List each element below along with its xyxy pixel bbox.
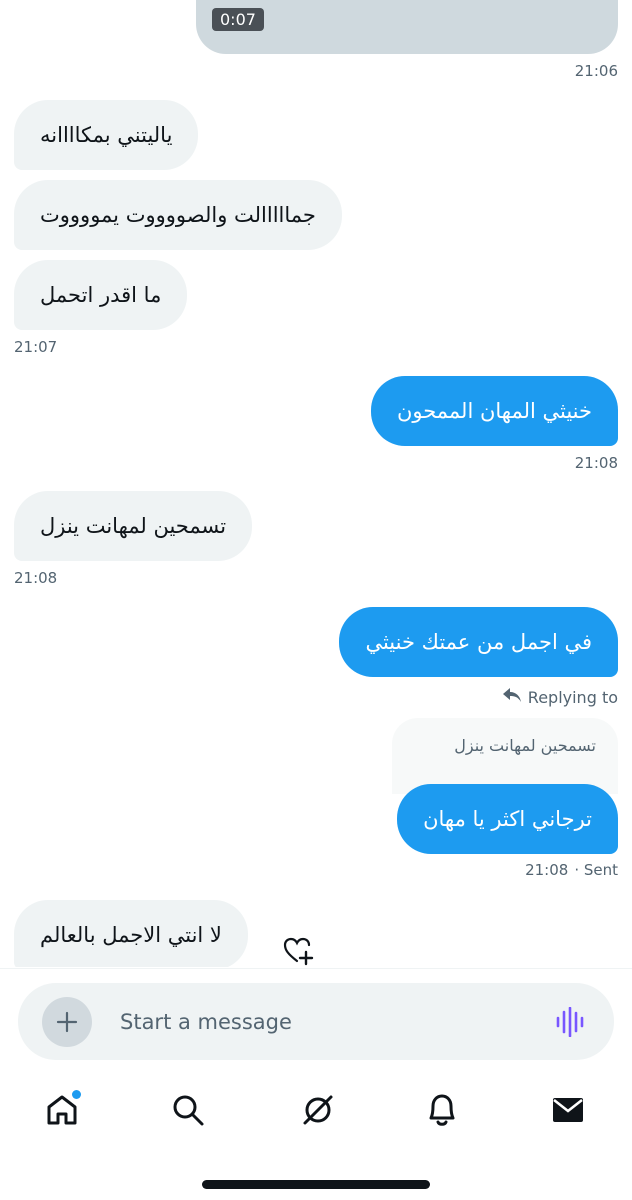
timestamp: 21:08 — [525, 861, 569, 879]
timestamp: 21:07 — [14, 338, 58, 356]
nav-messages[interactable] — [548, 1090, 588, 1130]
nav-home[interactable] — [42, 1090, 82, 1130]
media-message-bubble[interactable]: 0:07 — [196, 0, 618, 54]
timestamp: 21:08 — [14, 569, 58, 587]
notification-dot — [72, 1090, 81, 1099]
notifications-icon — [429, 1094, 455, 1126]
outgoing-message[interactable]: في اجمل من عمتك خنيثي — [339, 607, 618, 677]
nav-search[interactable] — [168, 1090, 208, 1130]
sent-label: · Sent — [574, 861, 618, 879]
incoming-message[interactable]: لا انتي الاجمل بالعالم — [14, 900, 248, 967]
outgoing-message[interactable]: خنيثي المهان الممحون — [370, 376, 618, 446]
voice-message-icon[interactable] — [554, 1006, 586, 1041]
add-media-button[interactable] — [42, 997, 92, 1047]
quoted-message[interactable]: تسمحين لمهانت ينزل — [392, 718, 618, 794]
message-input[interactable] — [118, 1001, 542, 1043]
messages-icon — [553, 1098, 583, 1122]
nav-notifications[interactable] — [422, 1090, 462, 1130]
reply-arrow-icon — [502, 686, 522, 708]
reply-label: Replying to — [527, 687, 618, 707]
message-clip: لا انتي الاجمل بالعالم — [0, 895, 632, 967]
nav-grok[interactable] — [298, 1090, 338, 1130]
add-reaction-icon[interactable] — [282, 934, 316, 970]
incoming-message[interactable]: ياليتني بمكاااانه — [14, 100, 199, 170]
composer-divider — [0, 968, 632, 969]
incoming-message[interactable]: جمااااالت والصووووت يمووووت — [14, 180, 342, 250]
outgoing-message[interactable]: ترجاني اكثر يا مهان — [397, 784, 618, 854]
plus-icon — [56, 1011, 78, 1033]
sent-status: 21:08 · Sent — [525, 861, 618, 879]
reply-indicator: Replying to — [502, 686, 618, 708]
composer-bar — [18, 983, 614, 1060]
incoming-message[interactable]: تسمحين لمهانت ينزل — [14, 491, 253, 561]
timestamp: 21:08 — [574, 454, 618, 472]
timestamp: 21:06 — [574, 62, 618, 80]
search-icon — [173, 1095, 204, 1126]
incoming-message[interactable]: ما اقدر اتحمل — [14, 260, 188, 330]
grok-icon — [303, 1095, 333, 1125]
quoted-text: تسمحين لمهانت ينزل — [454, 736, 596, 755]
home-indicator — [202, 1180, 430, 1189]
media-duration-badge: 0:07 — [212, 8, 264, 31]
